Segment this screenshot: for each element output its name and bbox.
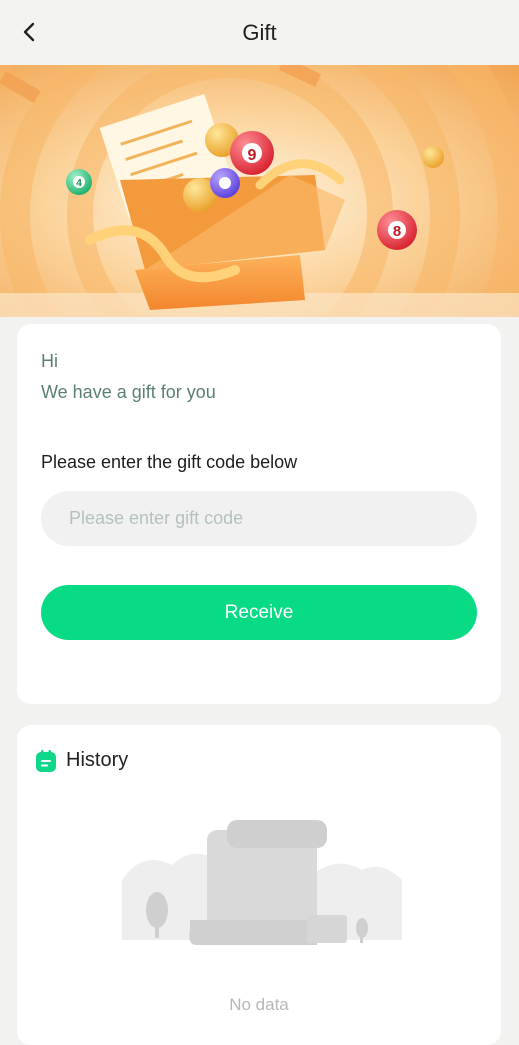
history-card: History No data: [17, 725, 501, 1045]
page-title: Gift: [242, 19, 277, 45]
receive-button[interactable]: Receive: [41, 585, 477, 640]
top-bar: Gift: [0, 0, 519, 65]
empty-state-illustration: [122, 820, 402, 945]
gift-code-prompt: Please enter the gift code below: [41, 452, 298, 472]
chevron-left-icon: [23, 22, 35, 42]
gift-code-input[interactable]: [41, 491, 477, 546]
ball-number: 9: [248, 147, 257, 164]
empty-state-text: No data: [229, 995, 289, 1014]
history-title: History: [66, 749, 129, 771]
gift-code-card: Hi We have a gift for you Please enter t…: [17, 324, 501, 704]
back-button[interactable]: [14, 16, 46, 48]
ball-number: 8: [393, 223, 401, 240]
calendar-icon: [36, 749, 56, 772]
gift-banner: 9 8 4: [0, 65, 519, 317]
greeting-message: We have a gift for you: [41, 382, 216, 402]
ball-number: 4: [76, 178, 82, 189]
history-header: History: [36, 749, 128, 772]
greeting-hi: Hi: [41, 351, 58, 371]
